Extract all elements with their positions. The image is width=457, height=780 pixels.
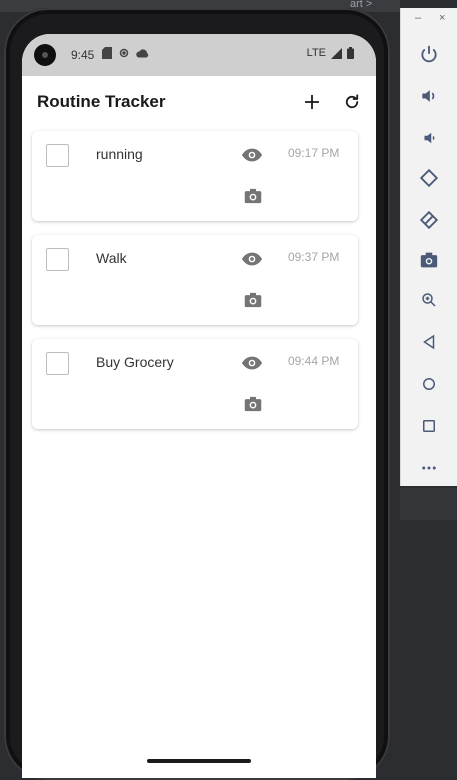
task-card: Buy Grocery 09:44 PM	[32, 339, 358, 429]
rotate-right-button[interactable]	[413, 204, 445, 236]
network-label: LTE	[306, 47, 326, 59]
task-card: running 09:17 PM	[32, 131, 358, 221]
signal-icon	[331, 47, 342, 59]
battery-icon	[347, 47, 354, 59]
more-icon	[422, 466, 436, 470]
add-button[interactable]	[300, 90, 324, 114]
ide-right-lower	[400, 488, 457, 780]
volume-down-icon	[424, 132, 435, 144]
task-list: running 09:17 PM Walk 09:37 PM Buy Groce…	[32, 131, 358, 443]
camera-icon	[244, 292, 262, 308]
camera-icon	[244, 188, 262, 204]
add-icon	[305, 95, 319, 109]
gesture-nav-handle[interactable]	[147, 759, 251, 763]
app-bar: Routine Tracker	[22, 76, 376, 130]
eye-icon	[241, 252, 263, 266]
task-name: Walk	[96, 250, 127, 266]
status-bar: 9:45 LTE	[22, 34, 376, 76]
more-button[interactable]	[413, 452, 445, 484]
task-time: 09:37 PM	[288, 250, 340, 264]
stage: art > – × 9:45 LTE Routine Tracker runni…	[0, 0, 457, 780]
home-icon	[423, 378, 435, 390]
eye-icon	[241, 356, 263, 370]
task-time: 09:17 PM	[288, 146, 340, 160]
zoom-button[interactable]	[413, 284, 445, 316]
status-right: LTE	[307, 47, 354, 59]
phone-frame: 9:45 LTE Routine Tracker running 09:17 P…	[4, 8, 390, 780]
front-camera	[34, 44, 56, 66]
task-checkbox[interactable]	[46, 144, 69, 167]
camera-button[interactable]	[244, 292, 262, 308]
volume-down-button[interactable]	[413, 122, 445, 154]
task-time: 09:44 PM	[288, 354, 340, 368]
task-name: running	[96, 146, 143, 162]
rotate-right-icon	[419, 210, 439, 230]
power-icon	[421, 45, 437, 63]
status-time: 9:45	[71, 48, 95, 62]
sd-card-icon	[102, 47, 112, 59]
overview-button[interactable]	[413, 410, 445, 442]
close-button[interactable]: ×	[439, 12, 445, 24]
eye-icon	[241, 148, 263, 162]
view-button[interactable]	[241, 355, 263, 371]
minimize-button[interactable]: –	[415, 12, 421, 24]
phone-screen: 9:45 LTE Routine Tracker running 09:17 P…	[22, 34, 376, 778]
task-card: Walk 09:37 PM	[32, 235, 358, 325]
home-button[interactable]	[413, 368, 445, 400]
view-button[interactable]	[241, 251, 263, 267]
back-icon	[423, 334, 435, 350]
cloud-icon	[136, 48, 149, 57]
screenshot-camera-icon	[420, 252, 438, 268]
task-name: Buy Grocery	[96, 354, 174, 370]
view-button[interactable]	[241, 147, 263, 163]
gear-icon	[119, 48, 129, 58]
refresh-icon	[345, 94, 359, 109]
camera-button[interactable]	[244, 188, 262, 204]
ide-right-band	[400, 488, 457, 520]
volume-up-icon	[422, 90, 435, 102]
zoom-icon	[422, 293, 436, 307]
screenshot-button[interactable]	[413, 244, 445, 276]
camera-icon	[244, 396, 262, 412]
rotate-left-button[interactable]	[413, 162, 445, 194]
back-button[interactable]	[413, 326, 445, 358]
emulator-side-panel: – ×	[400, 8, 457, 486]
window-controls: – ×	[401, 12, 457, 28]
status-icons	[102, 47, 149, 59]
power-button[interactable]	[413, 38, 445, 70]
refresh-button[interactable]	[340, 90, 364, 114]
camera-button[interactable]	[244, 396, 262, 412]
task-checkbox[interactable]	[46, 248, 69, 271]
overview-icon	[423, 420, 435, 432]
rotate-left-icon	[419, 168, 439, 188]
page-title: Routine Tracker	[37, 92, 166, 111]
task-checkbox[interactable]	[46, 352, 69, 375]
volume-up-button[interactable]	[413, 80, 445, 112]
